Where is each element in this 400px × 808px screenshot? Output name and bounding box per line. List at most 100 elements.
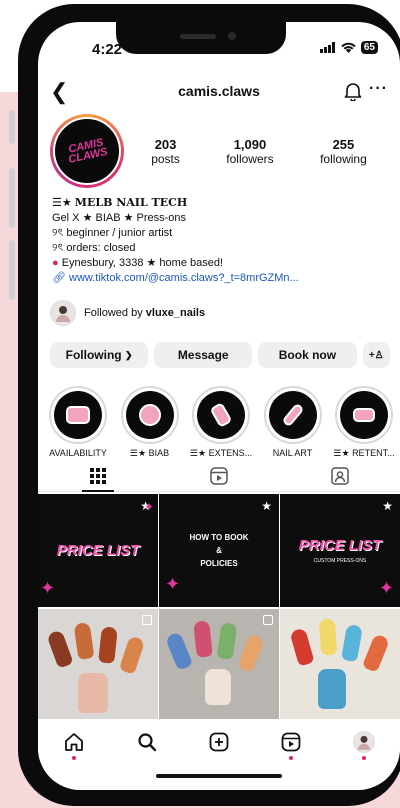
bio-link[interactable]: www.tiktok.com/@camis.claws?_t=8mrGZMn..… <box>69 272 299 284</box>
highlight-cover <box>54 391 102 439</box>
profile-avatar-small <box>352 731 375 753</box>
highlight-cover <box>340 391 388 439</box>
pin-icon: ★ <box>382 499 393 513</box>
envelope-icon <box>353 408 375 422</box>
highlight-label: AVAILABILITY <box>49 448 107 458</box>
post-subtitle: CUSTOM PRESS-ONS <box>313 558 367 564</box>
posts-stat[interactable]: 203 posts <box>151 137 180 166</box>
home-indicator <box>156 774 282 778</box>
followed-by[interactable]: Followed by vluxe_nails <box>50 300 205 326</box>
sparkle-decoration: ✦ <box>378 578 394 598</box>
nav-home[interactable] <box>54 726 94 760</box>
nav-create[interactable] <box>199 726 239 758</box>
tab-tagged[interactable] <box>279 460 400 491</box>
tab-reels[interactable] <box>159 460 280 491</box>
status-icons: 65 <box>319 41 378 54</box>
book-now-button-label: Book now <box>278 348 337 362</box>
followers-stat[interactable]: 1,090 followers <box>226 137 273 166</box>
highlight-extensions[interactable]: ☰★ EXTENS... <box>189 386 253 459</box>
multi-photo-icon <box>142 615 152 625</box>
highlight-nail-art[interactable]: NAIL ART <box>261 386 325 459</box>
nail-shape <box>340 623 364 663</box>
add-user-button[interactable]: +♙ <box>362 342 390 368</box>
highlight-ring <box>120 386 179 444</box>
story-highlights: AVAILABILITY ☰★ BIAB ☰★ EXTENS... NAIL A… <box>46 386 396 459</box>
bio-line-2: ୨ৎ beginner / junior artist <box>52 227 173 239</box>
highlight-availability[interactable]: AVAILABILITY <box>46 386 110 459</box>
highlight-cover <box>125 391 174 439</box>
person-icon <box>56 306 70 322</box>
following-count: 255 <box>332 137 355 152</box>
bottom-nav <box>38 722 400 762</box>
battery-indicator: 65 <box>360 41 378 54</box>
nail-bottle-icon <box>138 404 161 426</box>
nail-shape <box>289 627 315 667</box>
nav-profile[interactable] <box>344 726 384 760</box>
sparkle-decoration: ✦ <box>143 500 154 514</box>
post-nails-photo-2[interactable] <box>159 609 279 719</box>
following-button-label: Following <box>65 348 122 362</box>
post-nails-photo-1[interactable] <box>38 609 158 719</box>
posts-grid: ★ ✦ ✦ PRICE LIST ★ ✦ HOW TO BOOK & POLIC… <box>38 494 400 719</box>
profile-avatar: CAMIS CLAWS <box>53 117 121 185</box>
nail-shape <box>78 673 108 713</box>
tab-posts-grid[interactable] <box>38 460 159 492</box>
highlight-retention[interactable]: ☰★ RETENT... <box>332 386 396 459</box>
bio-link-line[interactable]: 🔗︎ www.tiktok.com/@camis.claws?_t=8mrGZM… <box>52 271 392 286</box>
message-button[interactable]: Message <box>154 342 253 368</box>
post-price-list[interactable]: ★ ✦ ✦ PRICE LIST <box>38 494 158 607</box>
instagram-profile-screen: 4:22 65 ❮ camis.claws ··· CAMIS CLAWS 20… <box>38 22 400 790</box>
followed-by-text: Followed by vluxe_nails <box>84 307 205 319</box>
nail-shape <box>46 629 74 669</box>
nail-shape <box>118 635 146 675</box>
chevron-down-icon: ❯ <box>124 349 133 360</box>
grid-icon <box>90 467 107 484</box>
brush-icon <box>280 402 305 428</box>
pin-icon: ● <box>52 257 59 269</box>
nail-shape <box>318 669 346 709</box>
nav-reels[interactable] <box>271 726 311 760</box>
post-price-list-press-ons[interactable]: ★ ✦ PRICE LIST CUSTOM PRESS-ONS <box>280 494 400 607</box>
front-camera <box>228 32 236 40</box>
nail-shape <box>73 622 95 660</box>
notification-dot <box>289 756 294 760</box>
reels-icon <box>281 732 301 752</box>
highlight-label: ☰★ RETENT... <box>333 448 394 459</box>
post-nails-photo-3[interactable] <box>280 609 400 719</box>
more-options-icon[interactable]: ··· <box>369 80 388 98</box>
book-now-button[interactable]: Book now <box>258 342 357 368</box>
notification-dot <box>72 756 77 760</box>
following-stat[interactable]: 255 following <box>320 137 367 166</box>
nav-search[interactable] <box>127 726 167 758</box>
notch <box>116 22 286 54</box>
profile-header: ❮ camis.claws ··· <box>38 80 400 106</box>
highlight-biab[interactable]: ☰★ BIAB <box>118 386 182 459</box>
posts-count: 203 <box>154 137 177 152</box>
highlight-label-text: BIAB <box>148 448 170 458</box>
star-flag-icon: ☰★ <box>333 448 350 458</box>
signal-icon <box>319 42 335 53</box>
profile-avatar-ring[interactable]: CAMIS CLAWS <box>50 114 124 188</box>
posts-label: posts <box>151 152 180 166</box>
link-icon: 🔗︎ <box>52 272 66 284</box>
star-flag-icon: ☰★ <box>129 448 147 458</box>
bio-line-3: ୨ৎ orders: closed <box>52 242 136 254</box>
following-button[interactable]: Following ❯ <box>50 342 149 368</box>
star-flag-icon: ☰★ <box>52 197 72 209</box>
sparkle-decoration: ✦ <box>40 578 56 598</box>
nail-shape <box>98 626 118 664</box>
bell-icon[interactable] <box>344 81 362 101</box>
speaker-grille <box>180 34 216 39</box>
highlight-label-text: EXTENS... <box>208 448 253 458</box>
add-post-icon <box>209 732 229 752</box>
post-title-line-3: POLICIES <box>200 559 238 568</box>
followers-label: followers <box>226 152 274 166</box>
post-title-line-2: & <box>216 546 222 555</box>
nail-shape <box>318 618 338 656</box>
highlight-ring <box>335 386 393 444</box>
bio-name-line: ☰★ MELB NAIL TECH <box>52 195 392 211</box>
highlight-ring <box>49 386 107 444</box>
post-how-to-book[interactable]: ★ ✦ HOW TO BOOK & POLICIES <box>159 494 279 607</box>
followed-by-prefix: Followed by <box>84 307 146 319</box>
message-button-label: Message <box>177 348 229 362</box>
